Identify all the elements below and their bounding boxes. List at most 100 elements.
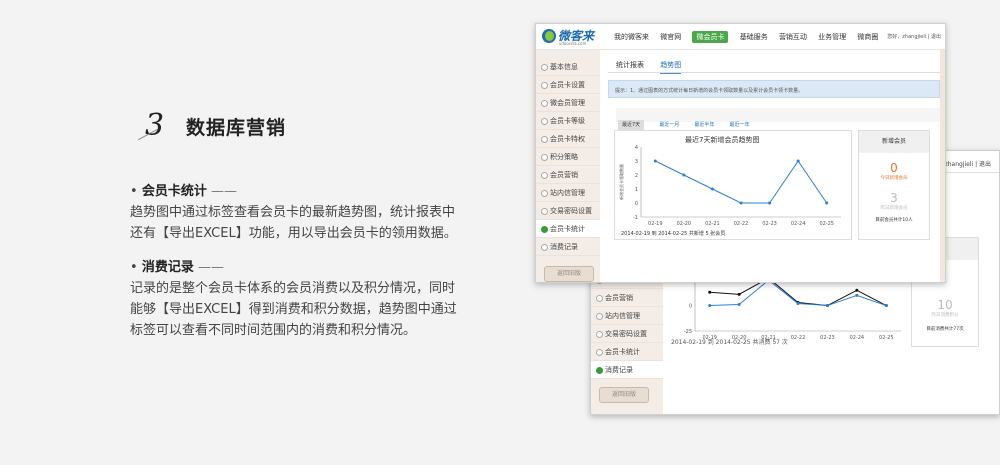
front-window-screenshot: 微客来 vdoorina.com 我的微客来 微官网 微会员卡 基础服务 营销互… [535,23,946,283]
feature-heading: 会员卡统计 [141,184,207,199]
new-member-header: 新增会员 [859,131,929,153]
section-title: 数据库营销 [186,117,287,139]
feature-line: 标签可以查看不同时间范围内的消费和积分情况。 [130,323,417,338]
sidebar-item-active[interactable]: 会员卡统计 [536,220,600,238]
filter-year[interactable]: 最近一年 [730,122,750,128]
back-sidebar: 积分策略 会员营销 站内信管理 交易密码设置 会员卡统计 消费记录 返回旧版 [591,271,663,414]
filter-halfyear[interactable]: 最近半年 [694,122,714,128]
sidebar-item[interactable]: 会员营销 [591,289,663,307]
y-tick-label: 3 [635,159,638,165]
back-chart-footer: 2014-02-19 到 2014-02-25 共消费 57 次 [671,339,788,346]
yesterday-new-label: 昨日新增会员 [880,206,908,211]
filter-7days[interactable]: 最近7天 [618,120,645,130]
nav-item[interactable]: 我的微客来 [614,33,649,41]
y-tick-label: -25 [684,329,692,335]
data-point [825,201,829,205]
front-topbar: 微客来 vdoorina.com 我的微客来 微官网 微会员卡 基础服务 营销互… [536,24,945,50]
section-number: 3 [145,108,165,143]
user-greeting[interactable]: 您好，zhangjieli | 退出 [887,33,941,40]
y-tick-label: -1 [633,215,638,221]
nav-item[interactable]: 微官网 [660,33,681,41]
data-point [708,304,712,308]
back-total: 目前消费共计77次 [926,327,964,332]
y-tick-label: 0 [689,304,692,310]
top-nav: 我的微客来 微官网 微会员卡 基础服务 营销互动 业务管理 微商圈 [614,31,887,43]
filter-month[interactable]: 最近一月 [659,122,679,128]
nav-item[interactable]: 微商圈 [857,33,878,41]
x-tick-label: 02-25 [819,221,834,227]
sidebar-item[interactable]: 交易密码设置 [591,325,663,343]
today-new-value: 0 [890,161,898,175]
x-tick-label: 02-21 [705,221,720,227]
sidebar-item-active[interactable]: 消费记录 [591,361,663,379]
old-version-button[interactable]: 返回旧版 [599,387,649,403]
member-total: 目前会员共计10人 [875,218,913,223]
tab-bar: 统计报表 趋势图 [616,60,695,74]
data-point [653,159,657,163]
sidebar-item[interactable]: 微会员管理 [536,94,600,112]
data-point [739,201,743,205]
x-tick-label: 02-19 [648,221,663,227]
nav-item-active[interactable]: 微会员卡 [692,31,729,43]
feature-dash: —— [210,184,237,199]
nav-item[interactable]: 业务管理 [818,33,846,41]
sidebar-item[interactable]: 会员卡特权 [536,130,600,148]
data-point [825,304,829,308]
data-point [737,303,741,307]
today-new-label: 今日新增会员 [880,176,908,181]
back-side-value: 10 [937,298,953,312]
sidebar-item[interactable]: 会员卡等级 [536,112,600,130]
x-tick-label: 02-23 [762,221,777,227]
data-point [768,201,772,205]
data-point [708,290,712,294]
sidebar-item[interactable]: 会员营销 [536,166,600,184]
sidebar-item[interactable]: 积分策略 [536,148,600,166]
feature-dash: —— [197,260,224,275]
data-point [884,304,888,308]
sidebar-item[interactable]: 消费记录 [536,238,600,256]
logo-subtext: vdoorina.com [559,41,587,46]
data-point [796,159,800,163]
sidebar-item[interactable]: 基本信息 [536,58,600,76]
data-point [710,187,714,191]
sidebar-item[interactable]: 站内信管理 [591,307,663,325]
y-tick-label: 4 [635,145,638,151]
nav-item[interactable]: 基础服务 [740,33,768,41]
feature-heading: 消费记录 [141,260,194,275]
trend-chart-panel: 最近7天新增会员趋势图 -1 0 1 2 3 4 02-19 02-20 02-21 02-22 0… [614,130,852,240]
sidebar-item[interactable]: 会员卡设置 [536,76,600,94]
x-tick-label: 02-22 [791,335,806,341]
sidebar-item[interactable]: 站内信管理 [536,184,600,202]
y-tick-label: 1 [635,187,638,193]
back-side-label: 昨日消费积分 [931,313,959,318]
range-filters: 最近7天 最近一月 最近半年 最近一年 [616,108,940,130]
front-sidebar: 基本信息 会员卡设置 微会员管理 会员卡等级 会员卡特权 积分策略 会员营销 站… [536,50,600,282]
data-point [855,293,859,297]
x-tick-label: 02-22 [734,221,749,227]
chart-footer: 2014-02-19 到 2014-02-25 共新增 5 张会员 [621,231,726,237]
data-point [682,173,686,177]
x-tick-label: 02-25 [879,335,894,341]
series-line [655,160,828,204]
x-tick-label: 02-24 [850,335,865,341]
feature-consumption-records: • 消费记录 —— 记录的是整个会员卡体系的会员消费以及积分情况，同时 能够【导… [130,257,490,341]
feature-line: 还有【导出EXCEL】功能，用以导出会员卡的领用数据。 [130,226,457,241]
sidebar-item[interactable]: 交易密码设置 [536,202,600,220]
sidebar-item[interactable]: 会员卡统计 [591,343,663,361]
x-tick-label: 02-24 [791,221,806,227]
y-tick-label: 0 [635,201,638,207]
old-version-button[interactable]: 返回旧版 [544,266,594,282]
trend-chart: -1 0 1 2 3 4 02-19 02-20 02-21 02-22 02-23 02-24 02-… [618,145,841,227]
tab-report[interactable]: 统计报表 [616,61,644,72]
logo: 微客来 vdoorina.com [542,27,602,47]
feature-line: 趋势图中通过标签查看会员卡的最新趋势图，统计报表中 [130,205,456,220]
new-member-box: 新增会员 0 今日新增会员 3 昨日新增会员 目前会员共计10人 [858,130,930,240]
front-main: 统计报表 趋势图 提示：1、通过图表的方式统计每日新增的会员卡领取数量以及累计会… [608,56,940,276]
data-point [796,302,800,306]
x-tick-label: 02-23 [820,335,835,341]
feature-line: 能够【导出EXCEL】得到消费和积分数据，趋势图中通过 [130,302,457,317]
tip-banner: 提示：1、通过图表的方式统计每日新增的会员卡领取数量以及累计会员卡领卡数量。 [608,80,940,98]
yesterday-new-value: 3 [890,191,898,205]
y-tick-label: 2 [635,173,638,179]
nav-item[interactable]: 营销互动 [779,33,807,41]
